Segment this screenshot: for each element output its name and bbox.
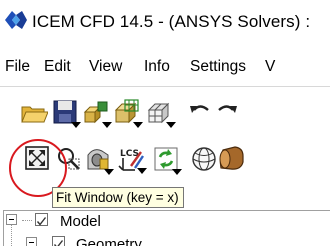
checkbox-icon[interactable]: [35, 213, 48, 226]
save-button[interactable]: [51, 98, 81, 129]
undo-button[interactable]: [186, 98, 214, 126]
redo-icon: [213, 98, 241, 126]
undo-icon: [186, 98, 214, 126]
menu-settings[interactable]: Settings: [190, 58, 246, 76]
fit-window-tooltip: Fit Window (key = x): [52, 187, 184, 208]
title-bar: ICEM CFD 14.5 - (ANSYS Solvers) :: [0, 0, 330, 42]
chevron-down-icon[interactable]: [166, 121, 176, 129]
open-button[interactable]: [20, 98, 48, 126]
chevron-down-icon[interactable]: [71, 121, 81, 129]
menu-view[interactable]: View: [89, 58, 122, 76]
menu-separator: [0, 86, 330, 87]
menu-bar: File Edit View Info Settings V: [0, 50, 330, 84]
tree-item-model[interactable]: Model: [4, 211, 330, 231]
menu-edit[interactable]: Edit: [44, 58, 71, 76]
window-title: ICEM CFD 14.5 - (ANSYS Solvers) :: [32, 12, 311, 31]
icem-cfd-logo-icon[interactable]: [3, 9, 29, 31]
tree-item-label: Geometry: [76, 236, 142, 246]
tree-item-label: Model: [60, 213, 101, 230]
tree-item-geometry[interactable]: Geometry: [4, 234, 330, 246]
wireframe-button[interactable]: [190, 145, 218, 173]
chevron-down-icon[interactable]: [137, 167, 147, 175]
checkbox-icon[interactable]: [52, 236, 65, 246]
solid-shading-button[interactable]: [217, 144, 245, 172]
wireframe-sphere-icon: [190, 145, 218, 173]
refresh-button[interactable]: [152, 145, 182, 176]
chevron-down-icon[interactable]: [133, 121, 143, 129]
icem-cfd-window: ICEM CFD 14.5 - (ANSYS Solvers) : File E…: [0, 0, 330, 246]
redo-button[interactable]: [213, 98, 241, 126]
mesh-edit-button[interactable]: [146, 98, 176, 129]
menu-info[interactable]: Info: [144, 58, 170, 76]
open-icon: [20, 98, 48, 126]
chevron-down-icon[interactable]: [104, 168, 114, 176]
mesh-grid-button[interactable]: [113, 98, 143, 129]
solid-cylinder-icon: [217, 144, 245, 172]
chevron-down-icon[interactable]: [172, 168, 182, 176]
local-coordinate-system-button[interactable]: LCS: [117, 144, 147, 175]
chevron-down-icon[interactable]: [102, 121, 112, 129]
menu-partial[interactable]: V: [265, 58, 275, 76]
collapse-icon[interactable]: [26, 237, 37, 246]
collapse-icon[interactable]: [6, 214, 17, 225]
menu-file[interactable]: File: [5, 58, 30, 76]
view-orientation-button[interactable]: [84, 145, 114, 176]
geometry-mesh-button[interactable]: [82, 98, 112, 129]
model-tree: Model Geometry: [3, 210, 330, 246]
